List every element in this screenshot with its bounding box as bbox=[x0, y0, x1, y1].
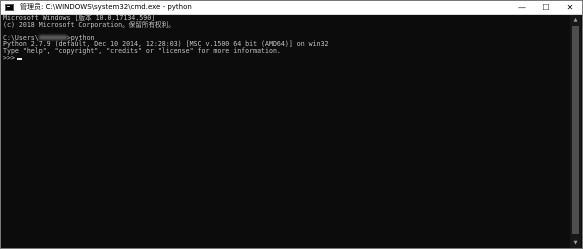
window-title: 管理员: C:\WINDOWS\system32\cmd.exe - pytho… bbox=[20, 3, 192, 11]
console-line-help: Type "help", "copyright", "credits" or "… bbox=[3, 46, 281, 55]
console-output[interactable]: Microsoft Windows [版本 10.0.17134.590] (c… bbox=[3, 15, 568, 247]
scroll-up-arrow-icon[interactable]: ▲ bbox=[570, 15, 581, 25]
redacted-username bbox=[38, 35, 67, 41]
text-cursor bbox=[16, 57, 22, 60]
scroll-down-arrow-icon[interactable]: ▼ bbox=[570, 238, 581, 248]
minimize-button[interactable]: — bbox=[510, 1, 534, 14]
close-button[interactable]: ✕ bbox=[558, 1, 582, 14]
scroll-thumb[interactable] bbox=[572, 26, 579, 234]
python-prompt: >>> bbox=[3, 53, 15, 62]
window-controls: — ☐ ✕ bbox=[510, 1, 582, 14]
title-bar[interactable]: 管理员: C:\WINDOWS\system32\cmd.exe - pytho… bbox=[1, 1, 582, 15]
console-line-copyright: (c) 2018 Microsoft Corporation。保留所有权利。 bbox=[3, 20, 175, 29]
console-line-prompt[interactable]: >>> bbox=[3, 53, 568, 62]
maximize-button[interactable]: ☐ bbox=[534, 1, 558, 14]
cmd-window: 管理员: C:\WINDOWS\system32\cmd.exe - pytho… bbox=[0, 0, 583, 249]
vertical-scrollbar[interactable]: ▲ ▼ bbox=[570, 15, 581, 248]
cmd-app-icon[interactable] bbox=[5, 4, 14, 11]
